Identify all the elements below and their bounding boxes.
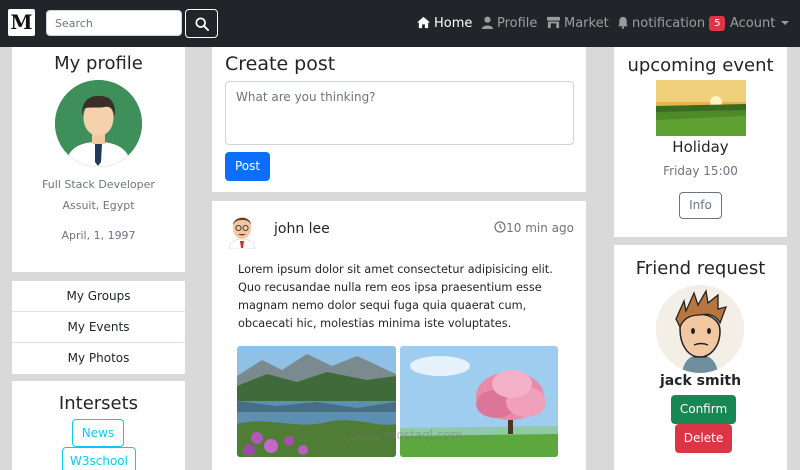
friend-avatar (656, 285, 744, 373)
profile-date: April, 1, 1997 (61, 229, 136, 242)
watermark: مستقل mostaql.com (345, 428, 463, 442)
menu-item-groups[interactable]: My Groups (12, 281, 185, 312)
menu-item-photos[interactable]: My Photos (12, 343, 185, 374)
event-info-button[interactable]: Info (679, 192, 722, 219)
create-post-title: Create post (225, 53, 336, 75)
search-button[interactable] (185, 9, 218, 38)
profile-card: My profile Full Stack Developer Assuit, … (12, 47, 185, 272)
delete-button[interactable]: Delete (675, 424, 732, 453)
nav-profile-label: Profile (497, 16, 538, 31)
brand-logo[interactable]: M (8, 9, 35, 36)
interest-tag-news[interactable]: News (72, 419, 124, 447)
interests-card: Intersets News W3school (12, 381, 185, 470)
friend-request-title: Friend request (635, 258, 766, 279)
create-post-card: Create post What are you thinking? Post (212, 47, 586, 192)
author-avatar (226, 211, 258, 249)
interests-title: Intersets (58, 393, 139, 414)
event-card: upcoming event Holiday Friday 15:00 Info (614, 47, 787, 237)
post-author[interactable]: john lee (274, 221, 330, 237)
profile-avatar (55, 80, 142, 167)
nav-account-dropdown[interactable]: Acount (730, 15, 790, 33)
post-text: Lorem ipsum dolor sit amet consectetur a… (238, 263, 553, 330)
post-time: 10 min ago (494, 221, 574, 235)
friend-name[interactable]: jack smith (614, 373, 787, 389)
menu-list: My Groups My Events My Photos (12, 281, 185, 374)
nav-home[interactable]: Home (416, 15, 472, 33)
nav-market-label: Market (564, 16, 609, 31)
search-icon (195, 17, 209, 31)
event-image (656, 80, 746, 136)
post-textarea[interactable]: What are you thinking? (225, 81, 574, 145)
event-title: upcoming event (627, 55, 774, 76)
interest-tag-w3school[interactable]: W3school (62, 447, 136, 470)
notification-badge: 5 (709, 16, 726, 31)
profile-role: Full Stack Developer (42, 178, 155, 191)
menu-item-events[interactable]: My Events (12, 312, 185, 343)
nav-account-label: Acount (730, 16, 776, 31)
nav-notification[interactable]: notification 5 (617, 15, 726, 33)
chevron-down-icon (781, 21, 790, 25)
confirm-button[interactable]: Confirm (671, 395, 736, 424)
clock-icon (494, 221, 506, 233)
profile-location: Assuit, Egypt (62, 199, 135, 212)
post-button[interactable]: Post (225, 152, 270, 181)
friend-request-card: Friend request jack smith Confirm Delete (614, 245, 787, 470)
post-time-label: 10 min ago (506, 221, 574, 235)
user-icon (481, 16, 494, 29)
nav-market[interactable]: Market (546, 15, 609, 33)
store-icon (547, 16, 560, 29)
navbar: M Home Profile Market notification5 Acou… (0, 0, 800, 47)
profile-title: My profile (54, 53, 143, 74)
nav-notification-label: notification (632, 16, 706, 31)
bell-icon (618, 16, 628, 29)
home-icon (417, 16, 430, 29)
event-name: Holiday (672, 138, 729, 156)
search-input[interactable] (46, 10, 182, 36)
nav-home-label: Home (434, 16, 473, 31)
nav-profile[interactable]: Profile (481, 15, 537, 33)
event-time: Friday 15:00 (663, 164, 738, 178)
